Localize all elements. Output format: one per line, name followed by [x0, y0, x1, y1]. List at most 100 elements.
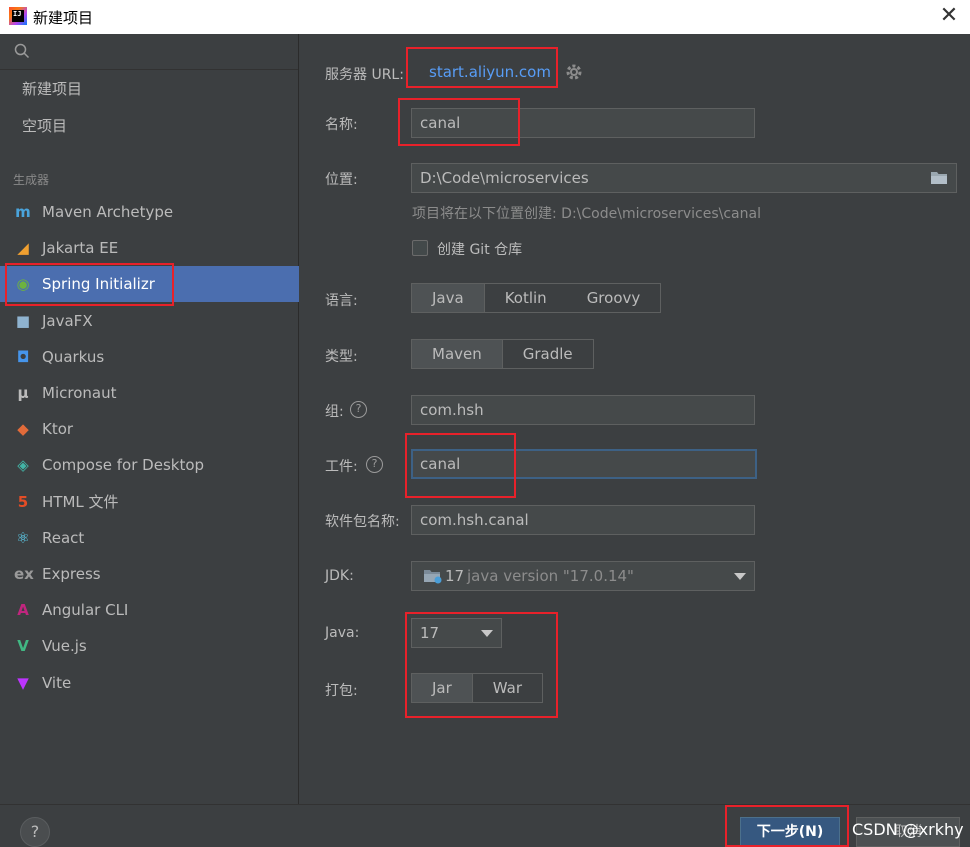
type-option-gradle[interactable]: Gradle [503, 340, 593, 368]
language-option-groovy[interactable]: Groovy [567, 284, 661, 312]
generator-label: React [42, 528, 85, 547]
generator-label: Vite [42, 673, 72, 692]
project-form: 服务器 URL: start.aliyun.com 名称: canal 位置: … [300, 34, 970, 804]
language-label: 语言: [325, 293, 358, 309]
location-value: D:\Code\microservices [420, 169, 589, 187]
sidebar-item-generator[interactable]: ◈ Compose for Desktop [0, 447, 299, 483]
type-option-maven[interactable]: Maven [412, 340, 503, 368]
generator-label: Quarkus [42, 347, 105, 366]
gear-icon[interactable] [565, 63, 583, 81]
generator-label: Vue.js [42, 637, 87, 656]
html-icon: 5 [17, 492, 29, 511]
sidebar-item-generator[interactable]: ■ JavaFX [0, 303, 299, 339]
sidebar-item-generator[interactable]: 5 HTML 文件 [0, 484, 299, 520]
generator-label: Jakarta EE [42, 239, 119, 258]
sidebar-item-empty-project[interactable]: 空项目 [0, 108, 299, 144]
group-field[interactable]: com.hsh [411, 395, 755, 425]
java-version-dropdown[interactable]: 17 [411, 618, 502, 648]
sidebar-item-new-project[interactable]: 新建项目 [0, 71, 299, 107]
packaging-option-jar[interactable]: Jar [412, 674, 473, 702]
next-button[interactable]: 下一步(N) [740, 817, 840, 847]
package-label: 软件包名称: [325, 514, 400, 530]
generator-label: Micronaut [42, 384, 117, 402]
packaging-selector: Jar War [411, 673, 544, 703]
generator-label: Angular CLI [42, 601, 129, 620]
generators-header: 生成器 [13, 173, 50, 187]
language-selector: Java Kotlin Groovy [411, 283, 662, 313]
language-option-java[interactable]: Java [412, 284, 485, 312]
artifact-field[interactable]: canal [411, 449, 757, 479]
name-label: 名称: [325, 117, 358, 133]
help-button[interactable]: ? [20, 817, 50, 847]
artifact-label: 工件: [325, 459, 358, 475]
chevron-down-icon [734, 573, 746, 580]
generator-label: Ktor [42, 420, 74, 439]
sidebar-search[interactable] [0, 34, 298, 70]
jakarta-icon: ◢ [17, 239, 29, 258]
sidebar-item-generator[interactable]: ▼ Vite [0, 665, 299, 701]
vue-icon: V [17, 637, 29, 656]
packaging-label: 打包: [325, 683, 358, 699]
dialog-footer: ? 下一步(N) 取消 CSDN @xrkhy [0, 804, 970, 847]
generator-label: Express [42, 565, 101, 583]
sidebar-item-generator[interactable]: μ Micronaut [0, 375, 299, 411]
sidebar-item-generator[interactable]: ⚛ React [0, 520, 299, 556]
type-label: 类型: [325, 349, 358, 365]
sidebar-item-generator[interactable]: V Vue.js [0, 628, 299, 664]
help-icon[interactable]: ? [366, 456, 383, 473]
javafx-icon: ■ [15, 311, 31, 330]
chevron-down-icon [481, 630, 493, 637]
group-label: 组: [325, 404, 344, 420]
java-version-value: 17 [420, 624, 440, 642]
maven-icon: m [15, 203, 31, 221]
compose-icon: ◈ [17, 456, 29, 475]
window-title: 新建项目 [33, 9, 94, 27]
server-url-link[interactable]: start.aliyun.com [429, 63, 551, 81]
title-bar: IJ 新建项目 ✕ [0, 0, 970, 34]
jdk-folder-icon [424, 570, 442, 584]
packaging-option-war[interactable]: War [473, 674, 542, 702]
vite-icon: ▼ [17, 673, 29, 692]
java-label: Java: [325, 625, 360, 641]
folder-icon[interactable] [930, 170, 948, 185]
location-field[interactable]: D:\Code\microservices [411, 163, 957, 193]
language-option-kotlin[interactable]: Kotlin [485, 284, 567, 312]
git-label: 创建 Git 仓库 [437, 242, 523, 258]
generator-label: HTML 文件 [42, 492, 119, 511]
sidebar-item-generator[interactable]: m Maven Archetype [0, 194, 299, 230]
generator-label: Spring Initializr [42, 275, 155, 294]
sidebar-item-generator[interactable]: ◘ Quarkus [0, 339, 299, 375]
generator-label: Maven Archetype [42, 203, 174, 221]
close-icon[interactable]: ✕ [936, 3, 962, 29]
sidebar-item-generator[interactable]: ◉ Spring Initializr [0, 266, 299, 303]
express-icon: ex [14, 565, 34, 583]
quarkus-icon: ◘ [16, 347, 30, 366]
spring-icon: ◉ [16, 275, 30, 294]
name-field[interactable]: canal [411, 108, 755, 138]
git-checkbox[interactable] [412, 240, 428, 256]
sidebar-item-generator[interactable]: ex Express [0, 556, 299, 592]
ktor-icon: ◆ [17, 420, 29, 439]
jdk-version: 17 [445, 567, 465, 585]
sidebar: 新建项目 空项目 生成器 m Maven Archetype ◢ Jakarta EE… [0, 34, 299, 804]
sidebar-item-generator[interactable]: ◢ Jakarta EE [0, 230, 299, 266]
angular-icon: A [17, 601, 29, 620]
jdk-description: java version "17.0.14" [467, 567, 634, 585]
watermark: CSDN @xrkhy [852, 820, 964, 839]
search-icon [14, 43, 30, 59]
package-field[interactable]: com.hsh.canal [411, 505, 755, 535]
jdk-label: JDK: [325, 568, 354, 584]
sidebar-item-generator[interactable]: A Angular CLI [0, 592, 299, 628]
location-hint: 项目将在以下位置创建: D:\Code\microservices\canal [412, 206, 761, 222]
jdk-dropdown[interactable]: 17 java version "17.0.14" [411, 561, 755, 591]
server-url-label: 服务器 URL: [325, 67, 404, 83]
help-icon[interactable]: ? [350, 401, 367, 418]
location-label: 位置: [325, 172, 358, 188]
micronaut-icon: μ [17, 384, 29, 402]
generator-label: Compose for Desktop [42, 456, 205, 475]
sidebar-item-generator[interactable]: ◆ Ktor [0, 411, 299, 447]
type-selector: Maven Gradle [411, 339, 594, 369]
react-icon: ⚛ [16, 528, 30, 547]
intellij-icon: IJ [9, 7, 27, 25]
generator-label: JavaFX [42, 311, 93, 330]
